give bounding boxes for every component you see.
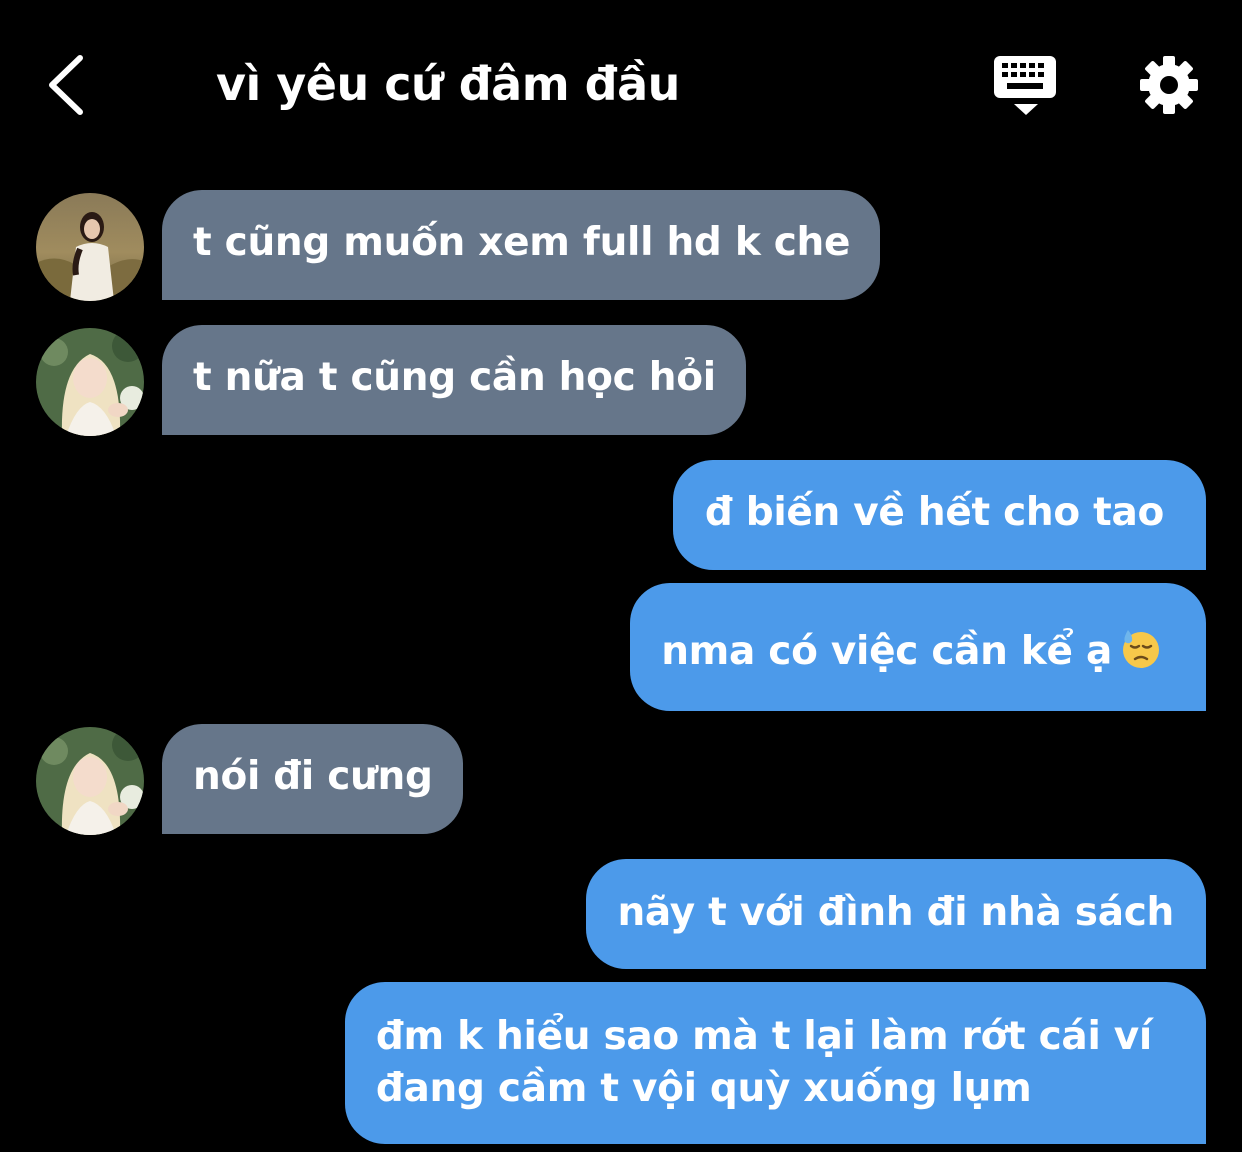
keyboard-dismiss-icon xyxy=(994,56,1056,115)
message-bubble-outgoing[interactable]: nma có việc cần kể ạ xyxy=(630,583,1206,711)
avatar[interactable] xyxy=(36,727,144,835)
message-text-line: đang cầm t vội quỳ xuống lụm xyxy=(375,1066,1032,1111)
chat-header: vì yêu cứ đâm đầu xyxy=(0,0,1242,170)
message-text: đ biến về hết cho tao xyxy=(704,490,1164,535)
keyboard-toggle-button[interactable] xyxy=(990,52,1062,120)
avatar[interactable] xyxy=(36,328,144,436)
message-text: t cũng muốn xem full hd k che xyxy=(193,220,851,265)
message-bubble-incoming[interactable]: t cũng muốn xem full hd k che xyxy=(162,190,881,300)
message-bubble-outgoing[interactable]: đ biến về hết cho tao xyxy=(672,460,1206,570)
message-bubble-incoming[interactable]: nói đi cưng xyxy=(162,724,463,834)
settings-button[interactable] xyxy=(1136,52,1202,118)
message-text: nãy t với đình đi nhà sách xyxy=(617,890,1174,935)
message-bubble-outgoing[interactable]: đm k hiểu sao mà t lại làm rớt cái ví đa… xyxy=(344,982,1206,1144)
message-bubble-outgoing[interactable]: nãy t với đình đi nhà sách xyxy=(586,859,1206,969)
avatar-1-image xyxy=(36,193,144,301)
avatar-2-image xyxy=(36,727,144,835)
message-bubble-incoming[interactable]: t nữa t cũng cần học hỏi xyxy=(162,325,746,435)
avatar-2-image xyxy=(36,328,144,436)
gear-icon xyxy=(1140,56,1198,114)
back-button[interactable] xyxy=(40,52,100,116)
message-text: t nữa t cũng cần học hỏi xyxy=(193,355,716,400)
conversation-title[interactable]: vì yêu cứ đâm đầu xyxy=(216,54,680,114)
chevron-left-icon xyxy=(49,55,83,115)
downcast-sweat-face-emoji xyxy=(1120,628,1162,684)
message-text-line: đm k hiểu sao mà t lại làm rớt cái ví xyxy=(375,1014,1152,1059)
avatar[interactable] xyxy=(36,193,144,301)
message-text: nma có việc cần kể ạ xyxy=(661,629,1112,674)
message-text: nói đi cưng xyxy=(193,754,433,799)
